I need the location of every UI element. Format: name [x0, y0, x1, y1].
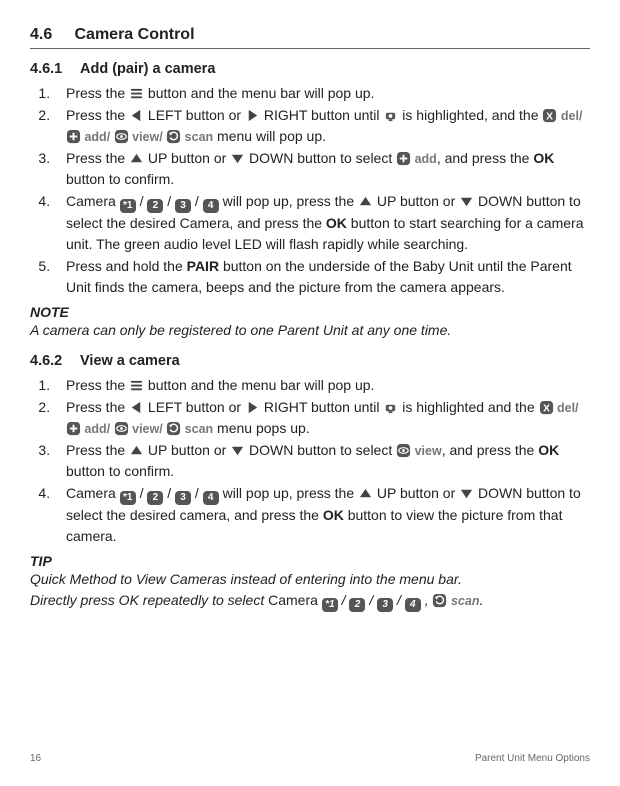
- icon-caption: add/: [81, 422, 114, 436]
- subsection-title: Add (pair) a camera: [80, 61, 215, 77]
- down-icon: [230, 151, 245, 166]
- icon-caption: scan: [181, 130, 213, 144]
- icon-caption: view/: [129, 422, 167, 436]
- page-number: 16: [30, 753, 41, 764]
- icon-caption: scan: [181, 422, 213, 436]
- cycle-icon: [166, 129, 181, 144]
- x-icon: X: [539, 400, 554, 415]
- cycle-icon: [166, 421, 181, 436]
- subsection-title: View a camera: [80, 353, 180, 369]
- down-icon: [459, 194, 474, 209]
- camera-number-badge: 2: [349, 598, 365, 612]
- footer-label: Parent Unit Menu Options: [475, 753, 590, 764]
- step-item: Press the UP button or DOWN button to se…: [54, 148, 590, 190]
- icon-caption: del/: [557, 109, 582, 123]
- footer: 16 Parent Unit Menu Options: [30, 753, 590, 764]
- icon-caption: del/: [554, 401, 579, 415]
- plus-icon: [66, 421, 81, 436]
- cycle-icon: [432, 593, 447, 608]
- step-item: Press the button and the menu bar will p…: [54, 375, 590, 396]
- step-item: Press the LEFT button or RIGHT button un…: [54, 105, 590, 147]
- cam-icon: [383, 400, 398, 415]
- camera-number-badge: 4: [203, 491, 219, 505]
- step-list: Press the button and the menu bar will p…: [30, 375, 590, 547]
- tip-text: Quick Method to View Cameras instead of …: [30, 569, 590, 612]
- svg-text:X: X: [546, 111, 553, 122]
- camera-number-badge: 2: [147, 199, 163, 213]
- up-icon: [129, 151, 144, 166]
- up-icon: [358, 486, 373, 501]
- icon-caption: view/: [129, 130, 167, 144]
- icon-caption: scan: [447, 594, 479, 608]
- subsection-number: 4.6.1: [30, 61, 80, 77]
- left-icon: [129, 400, 144, 415]
- right-icon: [245, 400, 260, 415]
- camera-number-badge: 4: [405, 598, 421, 612]
- camera-number-badge: 2: [147, 491, 163, 505]
- ok-button-label: OK: [538, 442, 559, 458]
- plus-icon: [66, 129, 81, 144]
- camera-number-badge: 3: [175, 491, 191, 505]
- camera-number-badge: 4: [203, 199, 219, 213]
- camera-number-badge: *1: [120, 199, 136, 213]
- step-item: Camera *1 / 2 / 3 / 4 will pop up, press…: [54, 483, 590, 547]
- section-heading: 4.6 Camera Control: [30, 26, 590, 49]
- step-list: Press the button and the menu bar will p…: [30, 83, 590, 298]
- icon-caption: add/: [81, 130, 114, 144]
- menu-icon: [129, 378, 144, 393]
- step-item: Camera *1 / 2 / 3 / 4 will pop up, press…: [54, 191, 590, 255]
- subsection-heading: 4.6.1Add (pair) a camera: [30, 61, 590, 77]
- section-number: 4.6: [30, 26, 52, 43]
- step-item: Press the UP button or DOWN button to se…: [54, 440, 590, 482]
- step-item: Press and hold the PAIR button on the un…: [54, 256, 590, 298]
- eye-icon: [114, 421, 129, 436]
- step-item: Press the button and the menu bar will p…: [54, 83, 590, 104]
- icon-caption: add: [411, 152, 437, 166]
- tip-label: TIP: [30, 553, 590, 569]
- plus-icon: [396, 151, 411, 166]
- up-icon: [129, 443, 144, 458]
- note-label: NOTE: [30, 304, 590, 320]
- note-text: A camera can only be registered to one P…: [30, 320, 590, 341]
- section-title: Camera Control: [74, 26, 194, 43]
- eye-icon: [396, 443, 411, 458]
- roman-text: Camera: [268, 592, 322, 608]
- subsection-number: 4.6.2: [30, 353, 80, 369]
- up-icon: [358, 194, 373, 209]
- camera-number-badge: 3: [377, 598, 393, 612]
- step-item: Press the LEFT button or RIGHT button un…: [54, 397, 590, 439]
- icon-caption: view: [411, 444, 442, 458]
- svg-text:X: X: [543, 403, 550, 414]
- down-icon: [230, 443, 245, 458]
- subsection-heading: 4.6.2View a camera: [30, 353, 590, 369]
- menu-icon: [129, 86, 144, 101]
- ok-button-label: OK: [323, 507, 344, 523]
- bold-text: PAIR: [187, 258, 219, 274]
- down-icon: [459, 486, 474, 501]
- ok-button-label: OK: [326, 215, 347, 231]
- right-icon: [245, 108, 260, 123]
- left-icon: [129, 108, 144, 123]
- camera-number-badge: 3: [175, 199, 191, 213]
- cam-icon: [383, 108, 398, 123]
- ok-button-label: OK: [533, 150, 554, 166]
- camera-number-badge: *1: [322, 598, 338, 612]
- eye-icon: [114, 129, 129, 144]
- camera-number-badge: *1: [120, 491, 136, 505]
- x-icon: X: [542, 108, 557, 123]
